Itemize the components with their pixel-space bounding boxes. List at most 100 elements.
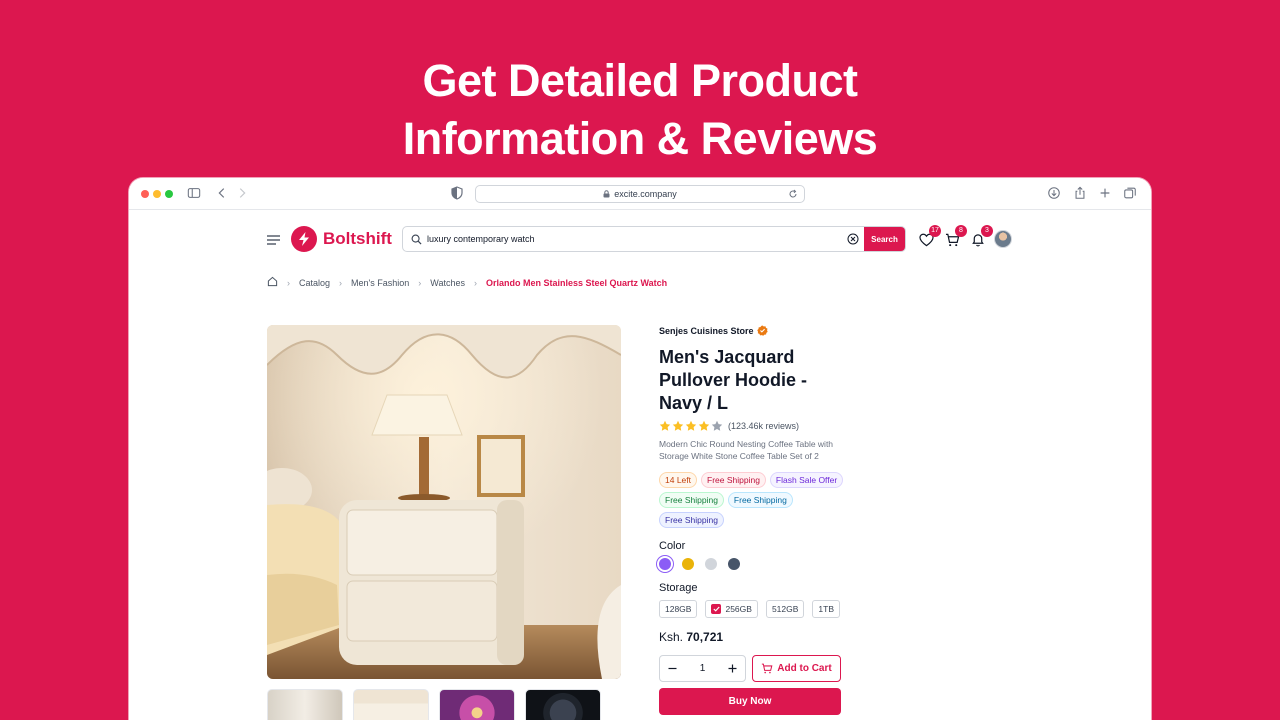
storefront-page: Boltshift Search 17 8 3 bbox=[129, 210, 1151, 720]
hero-title-line-1: Get Detailed Product bbox=[422, 55, 858, 106]
forward-icon[interactable] bbox=[235, 186, 251, 202]
price-amount: 70,721 bbox=[686, 630, 724, 644]
breadcrumb-separator-icon: › bbox=[339, 277, 343, 288]
color-label: Color bbox=[659, 540, 686, 552]
tab-overview-icon[interactable] bbox=[1123, 186, 1139, 202]
storage-option[interactable]: 1TB bbox=[812, 600, 840, 618]
product-tags: 14 Left Free Shipping Flash Sale Offer F… bbox=[659, 472, 849, 528]
hero-title-line-2: Information & Reviews bbox=[402, 113, 878, 164]
product-title: Men's Jacquard Pullover Hoodie - Navy / … bbox=[659, 347, 808, 413]
storage-option-label: 512GB bbox=[771, 604, 799, 614]
product-main-image[interactable] bbox=[267, 325, 621, 679]
storage-option-label: 1TB bbox=[818, 604, 834, 614]
product-thumbnail[interactable] bbox=[439, 689, 515, 720]
add-to-cart-button[interactable]: Add to Cart bbox=[752, 655, 841, 682]
download-icon[interactable] bbox=[1047, 186, 1063, 202]
product-thumbnail[interactable] bbox=[525, 689, 601, 720]
storage-label: Storage bbox=[659, 582, 698, 594]
browser-toolbar: excite.company bbox=[129, 178, 1151, 210]
quantity-stepper: 1 bbox=[659, 655, 746, 682]
buy-now-button[interactable]: Buy Now bbox=[659, 688, 841, 715]
hero-title: Get Detailed Product Information & Revie… bbox=[0, 52, 1280, 168]
checkbox-checked-icon bbox=[711, 604, 722, 614]
verified-badge-icon bbox=[756, 325, 768, 336]
brand-logo-icon[interactable] bbox=[291, 226, 317, 252]
address-bar-url: excite.company bbox=[614, 189, 677, 199]
quantity-value[interactable]: 1 bbox=[700, 663, 706, 674]
breadcrumb-separator-icon: › bbox=[418, 277, 422, 288]
breadcrumb-catalog[interactable]: Catalog bbox=[299, 278, 330, 288]
color-options bbox=[659, 558, 844, 570]
star-icon bbox=[672, 420, 684, 432]
shipping-tag: Free Shipping bbox=[727, 492, 793, 508]
decrease-quantity-icon[interactable] bbox=[668, 664, 677, 673]
storage-option-selected[interactable]: 256GB bbox=[705, 600, 758, 618]
clear-search-icon[interactable] bbox=[847, 233, 859, 245]
storage-option-label: 256GB bbox=[725, 604, 752, 614]
lock-icon bbox=[603, 187, 610, 203]
share-icon[interactable] bbox=[1073, 186, 1089, 202]
close-window-button[interactable] bbox=[141, 190, 149, 198]
store-name-label: Senjes Cuisines Store bbox=[659, 325, 754, 336]
star-icon bbox=[698, 420, 710, 432]
browser-window: excite.company Boltshift luxury contempo… bbox=[129, 178, 1151, 720]
shipping-tag: Free Shipping bbox=[659, 512, 724, 528]
brand-name[interactable]: Boltshift bbox=[323, 229, 392, 249]
shipping-tag: Free Shipping bbox=[701, 472, 766, 488]
search-icon bbox=[411, 234, 422, 245]
back-icon[interactable] bbox=[215, 186, 231, 202]
product-rating[interactable]: (123.46k reviews) bbox=[659, 420, 844, 432]
increase-quantity-icon[interactable] bbox=[728, 664, 737, 673]
breadcrumb-watches[interactable]: Watches bbox=[430, 278, 465, 288]
review-count: (123.46k reviews) bbox=[728, 421, 800, 431]
storage-option[interactable]: 128GB bbox=[659, 600, 698, 618]
notification-bell-icon[interactable]: 3 bbox=[971, 225, 993, 249]
purchase-controls: 1 Add to Cart bbox=[659, 655, 844, 682]
address-bar[interactable]: excite.company bbox=[475, 185, 805, 203]
stock-tag: 14 Left bbox=[659, 472, 697, 488]
star-icon bbox=[659, 420, 671, 432]
store-name[interactable]: Senjes Cuisines Store bbox=[659, 325, 844, 336]
product-description: Modern Chic Round Nesting Coffee Table w… bbox=[659, 439, 834, 461]
user-avatar[interactable] bbox=[994, 230, 1012, 248]
star-empty-icon bbox=[711, 420, 723, 432]
cart-icon[interactable]: 8 bbox=[945, 225, 967, 249]
flash-sale-tag: Flash Sale Offer bbox=[769, 472, 844, 488]
product-thumbnails bbox=[267, 689, 601, 720]
home-icon[interactable] bbox=[267, 276, 278, 289]
reload-icon[interactable] bbox=[788, 188, 798, 204]
product-info-panel: Senjes Cuisines Store Men's Jacquard Pul… bbox=[659, 325, 844, 715]
search-input[interactable] bbox=[427, 234, 847, 244]
search-button[interactable]: Search bbox=[864, 227, 905, 251]
color-swatch-slate[interactable] bbox=[728, 558, 740, 570]
product-thumbnail[interactable] bbox=[353, 689, 429, 720]
hamburger-menu-icon[interactable] bbox=[267, 232, 280, 250]
breadcrumb: › Catalog › Men's Fashion › Watches › Or… bbox=[267, 276, 667, 289]
product-thumbnail[interactable] bbox=[267, 689, 343, 720]
storage-option[interactable]: 512GB bbox=[765, 600, 805, 618]
cart-count-badge: 8 bbox=[955, 225, 967, 237]
wishlist-heart-icon[interactable]: 17 bbox=[919, 225, 941, 249]
color-swatch-yellow[interactable] bbox=[682, 558, 694, 570]
search-bar: Search bbox=[402, 226, 906, 252]
add-to-cart-label: Add to Cart bbox=[777, 663, 832, 674]
color-swatch-gray[interactable] bbox=[705, 558, 717, 570]
new-tab-icon[interactable] bbox=[1098, 186, 1114, 202]
wishlist-count-badge: 17 bbox=[929, 225, 941, 237]
shipping-tag: Free Shipping bbox=[659, 492, 724, 508]
breadcrumb-mens-fashion[interactable]: Men's Fashion bbox=[351, 278, 409, 288]
color-swatch-purple[interactable] bbox=[659, 558, 671, 570]
storage-option-label: 128GB bbox=[665, 604, 692, 614]
privacy-shield-icon[interactable] bbox=[451, 186, 467, 202]
cart-icon bbox=[761, 663, 773, 674]
sidebar-toggle-icon[interactable] bbox=[187, 186, 203, 202]
breadcrumb-separator-icon: › bbox=[287, 277, 290, 288]
notification-count-badge: 3 bbox=[981, 225, 993, 237]
price-currency: Ksh. bbox=[659, 630, 684, 644]
star-icon bbox=[685, 420, 697, 432]
product-price: Ksh. 70,721 bbox=[659, 630, 844, 644]
breadcrumb-separator-icon: › bbox=[473, 277, 477, 288]
storage-options: 128GB 256GB 512GB 1TB bbox=[659, 600, 844, 618]
maximize-window-button[interactable] bbox=[165, 190, 173, 198]
minimize-window-button[interactable] bbox=[153, 190, 161, 198]
